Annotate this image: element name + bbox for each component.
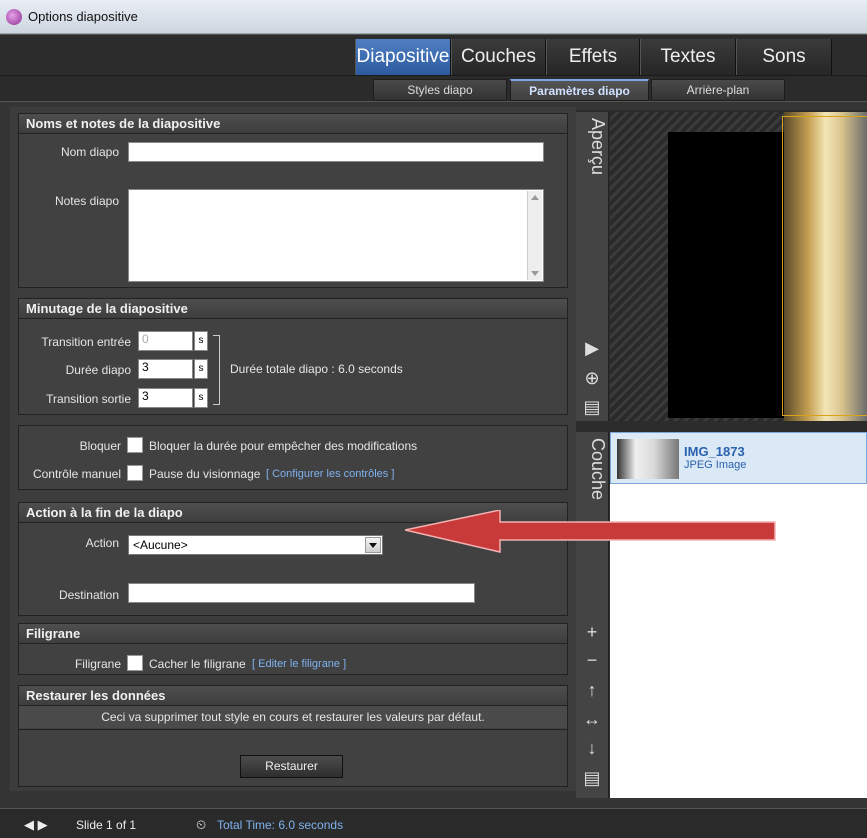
name-input[interactable] [128, 142, 544, 162]
add-layer-icon[interactable]: + [580, 620, 604, 644]
edit-watermark-link[interactable]: [ Editer le filigrane ] [252, 658, 346, 670]
section-restore-title: Restaurer les données [19, 686, 567, 706]
move-up-icon[interactable]: ↑ [580, 678, 604, 702]
configure-controls-link[interactable]: [ Configurer les contrôles ] [266, 468, 394, 480]
subtab-styles-diapo[interactable]: Styles diapo [373, 79, 507, 101]
duration-unit: s [194, 359, 208, 379]
layers-sidebar: Couche + − ↑ ↔ ↓ ▤ [576, 432, 609, 798]
prev-next-arrows-icon[interactable]: ◀ ▶ [24, 817, 48, 833]
layer-select-icon[interactable]: ▤ [580, 766, 604, 790]
section-names: Noms et notes de la diapositive Nom diap… [18, 113, 568, 288]
remove-layer-icon[interactable]: − [580, 648, 604, 672]
annotation-arrow-shape [405, 510, 776, 553]
duration-label: Durée diapo [65, 363, 131, 377]
app-logo-icon [6, 9, 22, 25]
notes-scrollbar[interactable] [527, 191, 542, 280]
section-watermark-title: Filigrane [19, 624, 567, 644]
layer-thumbnail [617, 439, 679, 479]
total-time: Total Time: 6.0 seconds [217, 818, 344, 832]
move-down-icon[interactable]: ↓ [580, 736, 604, 760]
watermark-checkbox[interactable] [127, 655, 143, 671]
layer-type: JPEG Image [684, 459, 747, 471]
layer-row[interactable]: IMG_1873 JPEG Image [610, 432, 867, 484]
preview-label: Aperçu [588, 118, 608, 176]
preview-selection-frame[interactable] [782, 116, 867, 416]
zoom-icon[interactable]: ⊕ [580, 366, 604, 390]
preview-sidebar: Aperçu ▶ ⊕ ▤ [576, 112, 609, 421]
move-horizontal-icon[interactable]: ↔ [580, 707, 604, 731]
section-timing: Minutage de la diapositive Transition en… [18, 298, 568, 415]
play-icon[interactable]: ▶ [580, 336, 604, 360]
tab-sons[interactable]: Sons [736, 39, 832, 75]
section-timing-title: Minutage de la diapositive [19, 299, 567, 319]
lock-text: Bloquer la durée pour empêcher des modif… [149, 439, 418, 453]
restore-divider [19, 729, 567, 730]
destination-input[interactable] [128, 583, 475, 603]
notes-textarea[interactable] [128, 189, 544, 282]
name-label: Nom diapo [60, 145, 119, 159]
select-tool-icon[interactable]: ▤ [580, 395, 604, 419]
action-select-value: <Aucune> [133, 538, 188, 552]
manual-label: Contrôle manuel [32, 467, 121, 481]
section-restore: Restaurer les données Ceci va supprimer … [18, 685, 568, 787]
timing-bracket [213, 335, 220, 405]
app-window: Options diapositive Diapositive Couches … [0, 0, 867, 838]
action-select[interactable]: <Aucune> [128, 535, 383, 555]
total-duration-text: Durée totale diapo : 6.0 seconds [230, 362, 403, 376]
layers-label: Couche [588, 438, 608, 501]
transition-in-input[interactable]: 0 [138, 331, 193, 351]
transition-in-label: Transition entrée [41, 335, 131, 349]
main-tabbar: Diapositive Couches Effets Textes Sons [0, 34, 867, 76]
lock-label: Bloquer [79, 439, 121, 453]
transition-out-label: Transition sortie [46, 392, 131, 406]
notes-label: Notes diapo [54, 194, 119, 208]
chevron-down-icon[interactable] [365, 537, 381, 553]
window-title: Options diapositive [28, 9, 138, 24]
tab-couches[interactable]: Couches [451, 39, 546, 75]
watermark-text: Cacher le filigrane [149, 657, 246, 671]
lock-checkbox[interactable] [127, 437, 143, 453]
settings-pane: Noms et notes de la diapositive Nom diap… [10, 107, 576, 791]
manual-text: Pause du visionnage [149, 467, 261, 481]
slide-preview[interactable] [610, 112, 867, 421]
layer-name: IMG_1873 [684, 444, 745, 459]
action-label: Action [85, 536, 119, 550]
preview-pane: Aperçu ▶ ⊕ ▤ Couche + − ↑ ↔ ↓ ▤ IMG_1873… [576, 110, 867, 798]
layers-list: IMG_1873 JPEG Image [610, 432, 867, 798]
restore-button[interactable]: Restaurer [240, 755, 343, 778]
window-titlebar: Options diapositive [0, 0, 867, 34]
annotation-arrow [405, 510, 776, 553]
duration-input[interactable]: 3 [138, 359, 193, 379]
transition-out-input[interactable]: 3 [138, 388, 193, 408]
subtab-parametres-diapo[interactable]: Paramètres diapo [510, 79, 649, 101]
status-bar: ◀ ▶ Slide 1 of 1 ⏲ Total Time: 6.0 secon… [0, 808, 867, 838]
section-names-title: Noms et notes de la diapositive [19, 114, 567, 134]
sub-tabbar: Styles diapo Paramètres diapo Arrière-pl… [0, 76, 867, 102]
tab-textes[interactable]: Textes [640, 39, 736, 75]
slide-counter: Slide 1 of 1 [76, 818, 137, 832]
transition-in-unit: s [194, 331, 208, 351]
tab-diapositive[interactable]: Diapositive [355, 39, 451, 75]
section-lock: Bloquer Bloquer la durée pour empêcher d… [18, 425, 568, 490]
transition-out-unit: s [194, 388, 208, 408]
destination-label: Destination [58, 588, 119, 602]
tab-effets[interactable]: Effets [546, 39, 640, 75]
restore-description: Ceci va supprimer tout style en cours et… [19, 706, 567, 728]
subtab-arriere-plan[interactable]: Arrière-plan [651, 79, 785, 101]
section-watermark: Filigrane Filigrane Cacher le filigrane … [18, 623, 568, 675]
manual-checkbox[interactable] [127, 465, 143, 481]
clock-icon: ⏲ [196, 817, 207, 832]
watermark-label: Filigrane [74, 657, 121, 671]
